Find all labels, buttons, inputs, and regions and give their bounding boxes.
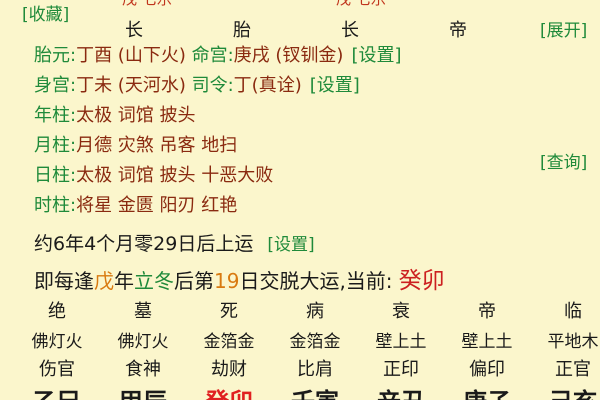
- bookmark-button[interactable]: [收藏]: [22, 0, 69, 25]
- info-label: 胎元:: [34, 45, 77, 66]
- transfer-term: 立冬: [134, 269, 174, 293]
- grid-stage: 帝: [478, 301, 496, 322]
- grid-nayin: 金箔金: [289, 332, 341, 352]
- info-value: 太极 词馆 披头: [76, 105, 196, 126]
- start-luck-row: 约6年4个月零29日后上运 [设置]: [34, 229, 315, 256]
- grid-god: 偏印: [469, 359, 505, 380]
- grid-ganzhi[interactable]: 辛丑: [358, 382, 444, 400]
- info-row-taiyuan: 胎元:丁酉 (山下火) 命宫:庚戌 (钗钏金) [设置]: [34, 42, 402, 70]
- transfer-day: 19: [214, 269, 240, 293]
- info-value: 月德 灾煞 吊客 地扫: [76, 135, 238, 156]
- top-stage-1: 长: [125, 20, 143, 41]
- grid-stage: 绝: [48, 301, 66, 322]
- transfer-prefix: 即每逢: [34, 269, 94, 293]
- start-luck-text: 约6年4个月零29日后上运: [34, 233, 254, 255]
- info-label: 日柱:: [34, 165, 77, 186]
- grid-ganzhi[interactable]: 壬寅: [272, 382, 358, 400]
- grid-ganzhi[interactable]: 乙巳: [14, 382, 100, 400]
- transfer-suffix: 日交脱大运,当前:: [239, 269, 393, 293]
- grid-ganzhi[interactable]: 甲辰: [100, 382, 186, 400]
- info-extra-value: 丁(真诠): [233, 75, 302, 96]
- grid-stage: 死: [220, 301, 238, 322]
- set-button-minggong[interactable]: [设置]: [351, 45, 401, 66]
- grid-god: 食神: [125, 359, 161, 380]
- info-extra-label: 司令:: [191, 75, 234, 96]
- transfer-year-word: 年: [114, 269, 134, 293]
- info-value: 太极 词馆 披头 十恶大败: [76, 165, 274, 186]
- grid-god: 正官: [555, 359, 591, 380]
- top-stage-2: 胎: [233, 20, 251, 41]
- set-button-siling[interactable]: [设置]: [310, 75, 360, 96]
- cutoff-text-right: 戊 七乐: [336, 0, 386, 9]
- info-row-hour-pillar: 时柱:将星 金匮 阳刃 红艳: [34, 192, 237, 220]
- info-extra-value: 庚戌 (钗钏金): [233, 45, 344, 66]
- grid-nayin: 金箔金: [203, 332, 255, 352]
- current-luck-pillar: 癸卯: [398, 268, 445, 294]
- grid-god: 劫财: [211, 359, 247, 380]
- top-stage-4: 帝: [449, 20, 467, 41]
- grid-god: 正印: [383, 359, 419, 380]
- info-label: 年柱:: [34, 105, 77, 126]
- grid-nayin: 壁上土: [461, 332, 513, 352]
- grid-nayin: 平地木: [547, 332, 599, 352]
- expand-button[interactable]: [展开]: [540, 16, 587, 41]
- info-value: 丁酉 (山下火): [76, 45, 186, 66]
- set-button-start-luck[interactable]: [设置]: [267, 235, 314, 255]
- grid-stage: 病: [306, 301, 324, 322]
- top-stage-3: 长: [341, 20, 359, 41]
- luck-transfer-row: 即每逢戊年立冬后第19日交脱大运,当前: 癸卯: [34, 261, 445, 295]
- grid-ganzhi-current[interactable]: 癸卯: [186, 382, 272, 400]
- grid-god: 伤官: [39, 359, 75, 380]
- grid-god: 比肩: [297, 359, 333, 380]
- grid-stage: 衰: [392, 301, 410, 322]
- query-button[interactable]: [查询]: [540, 148, 587, 173]
- info-row-year-pillar: 年柱:太极 词馆 披头: [34, 102, 196, 130]
- info-row-day-pillar: 日柱:太极 词馆 披头 十恶大败: [34, 162, 273, 190]
- info-value: 将星 金匮 阳刃 红艳: [76, 195, 238, 216]
- grid-nayin: 壁上土: [375, 332, 427, 352]
- grid-stage: 临: [564, 301, 582, 322]
- grid-nayin: 佛灯火: [117, 332, 169, 352]
- transfer-after: 后第: [174, 269, 214, 293]
- info-extra-label: 命宫:: [191, 45, 234, 66]
- info-row-month-pillar: 月柱:月德 灾煞 吊客 地扫: [34, 132, 237, 160]
- cutoff-text-left: 戊 七乐: [122, 0, 172, 9]
- info-label: 时柱:: [34, 195, 77, 216]
- info-row-shengong: 身宫:丁未 (天河水) 司令:丁(真诠) [设置]: [34, 72, 360, 100]
- grid-nayin: 佛灯火: [31, 332, 83, 352]
- grid-stage: 墓: [134, 301, 152, 322]
- grid-ganzhi[interactable]: 庚子: [444, 382, 530, 400]
- info-label: 身宫:: [34, 75, 77, 96]
- info-label: 月柱:: [34, 135, 77, 156]
- transfer-stem: 戊: [94, 269, 114, 293]
- info-value: 丁未 (天河水): [76, 75, 186, 96]
- grid-ganzhi[interactable]: 己亥: [530, 382, 600, 400]
